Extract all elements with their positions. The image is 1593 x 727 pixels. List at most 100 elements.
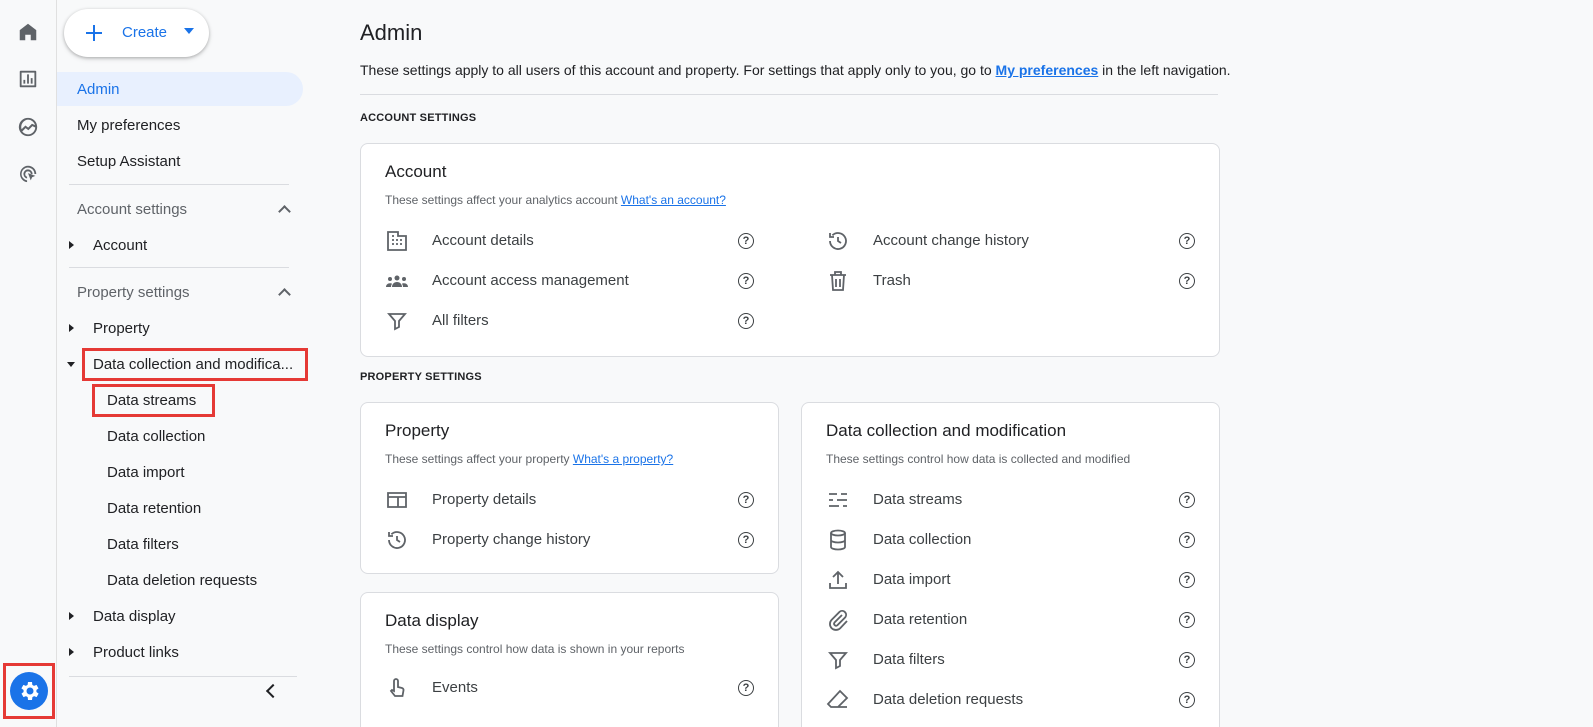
- property-details-label: Property details: [432, 491, 537, 508]
- nav-data-retention[interactable]: Data retention: [107, 491, 307, 525]
- admin-main-content: Admin These settings apply to all users …: [314, 0, 1593, 727]
- property-settings-section[interactable]: Property settings: [77, 277, 289, 307]
- property-card: Property These settings affect your prop…: [360, 402, 779, 574]
- admin-left-nav: Create Admin My preferences Setup Assist…: [56, 0, 314, 727]
- account-details-row[interactable]: Account details ?: [385, 224, 761, 258]
- help-icon[interactable]: ?: [738, 680, 754, 696]
- nav-data-display[interactable]: Data display: [69, 599, 301, 633]
- filter-icon: [385, 309, 409, 333]
- help-icon[interactable]: ?: [1179, 492, 1195, 508]
- help-icon[interactable]: ?: [1179, 233, 1195, 249]
- page-title: Admin: [360, 20, 423, 45]
- account-card-description: These settings affect your analytics acc…: [385, 193, 726, 207]
- touch-icon: [385, 676, 409, 700]
- account-change-history-row[interactable]: Account change history ?: [826, 224, 1202, 258]
- collapse-nav-icon[interactable]: [260, 680, 284, 704]
- data-import-row[interactable]: Data import ?: [826, 563, 1202, 597]
- data-streams-label: Data streams: [873, 491, 963, 508]
- property-settings-heading: PROPERTY SETTINGS: [360, 371, 482, 383]
- account-access-management-row[interactable]: Account access management ?: [385, 264, 761, 298]
- nav-account[interactable]: Account: [69, 228, 301, 262]
- nav-data-filters[interactable]: Data filters: [107, 527, 307, 561]
- data-display-card: Data display These settings control how …: [360, 592, 779, 727]
- property-change-history-label: Property change history: [432, 531, 591, 548]
- help-icon[interactable]: ?: [738, 532, 754, 548]
- all-filters-row[interactable]: All filters ?: [385, 304, 761, 338]
- data-retention-label: Data retention: [873, 611, 968, 628]
- account-change-history-label: Account change history: [873, 232, 1029, 249]
- data-collection-modification-card: Data collection and modification These s…: [801, 402, 1220, 727]
- chevron-up-icon: [279, 287, 289, 297]
- header-divider: [360, 94, 1218, 95]
- events-row[interactable]: Events ?: [385, 671, 761, 705]
- property-card-desc-text: These settings affect your property: [385, 452, 573, 466]
- property-details-row[interactable]: Property details ?: [385, 483, 761, 517]
- data-deletion-requests-row[interactable]: Data deletion requests ?: [826, 683, 1202, 717]
- nav-data-streams[interactable]: Data streams: [91, 383, 307, 417]
- help-icon[interactable]: ?: [1179, 273, 1195, 289]
- trash-label: Trash: [873, 272, 911, 289]
- help-icon[interactable]: ?: [738, 233, 754, 249]
- nav-setup-assistant[interactable]: Setup Assistant: [57, 144, 303, 178]
- admin-button[interactable]: [3, 663, 55, 719]
- account-card: Account These settings affect your analy…: [360, 143, 1220, 357]
- data-collection-card-description: These settings control how data is colle…: [826, 452, 1131, 466]
- events-label: Events: [432, 679, 478, 696]
- data-collection-label: Data collection: [873, 531, 972, 548]
- nav-data-collection[interactable]: Data collection: [107, 419, 307, 453]
- chevron-up-icon: [279, 204, 289, 214]
- data-collection-card-title: Data collection and modification: [826, 421, 1067, 440]
- nav-product-links-label: Product links: [93, 643, 179, 661]
- data-retention-row[interactable]: Data retention ?: [826, 603, 1202, 637]
- whats-an-account-link[interactable]: What's an account?: [621, 193, 726, 207]
- intro-text-before: These settings apply to all users of thi…: [360, 62, 996, 78]
- nav-data-import[interactable]: Data import: [107, 455, 307, 489]
- upload-icon: [826, 568, 850, 592]
- help-icon[interactable]: ?: [1179, 612, 1195, 628]
- nav-account-label: Account: [93, 236, 148, 254]
- history-icon: [826, 229, 850, 253]
- explore-icon[interactable]: [10, 109, 46, 145]
- data-streams-icon: [826, 488, 850, 512]
- create-label: Create: [122, 24, 168, 41]
- account-settings-label: Account settings: [77, 200, 188, 218]
- account-card-desc-text: These settings affect your analytics acc…: [385, 193, 621, 207]
- expand-arrow-icon: [69, 612, 74, 620]
- nav-divider: [69, 184, 289, 185]
- property-card-title: Property: [385, 421, 450, 440]
- nav-product-links[interactable]: Product links: [69, 635, 301, 669]
- property-details-icon: [385, 488, 409, 512]
- create-button[interactable]: Create: [64, 9, 209, 57]
- data-filters-row[interactable]: Data filters ?: [826, 643, 1202, 677]
- nav-data-deletion-requests[interactable]: Data deletion requests: [107, 563, 307, 597]
- home-icon[interactable]: [10, 14, 46, 50]
- account-settings-section[interactable]: Account settings: [77, 194, 289, 224]
- nav-property[interactable]: Property: [69, 311, 301, 345]
- data-collection-row[interactable]: Data collection ?: [826, 523, 1202, 557]
- help-icon[interactable]: ?: [1179, 692, 1195, 708]
- nav-admin[interactable]: Admin: [57, 72, 303, 106]
- help-icon[interactable]: ?: [1179, 572, 1195, 588]
- help-icon[interactable]: ?: [1179, 652, 1195, 668]
- trash-icon: [826, 269, 850, 293]
- nav-data-collection-modification[interactable]: Data collection and modifica...: [67, 347, 309, 381]
- history-icon: [385, 528, 409, 552]
- intro-text-after: in the left navigation.: [1098, 62, 1231, 78]
- help-icon[interactable]: ?: [738, 273, 754, 289]
- data-display-card-description: These settings control how data is shown…: [385, 642, 685, 656]
- advertising-icon[interactable]: [10, 156, 46, 192]
- help-icon[interactable]: ?: [738, 313, 754, 329]
- my-preferences-link[interactable]: My preferences: [996, 62, 1099, 78]
- data-filters-label: Data filters: [873, 651, 945, 668]
- database-icon: [826, 528, 850, 552]
- property-change-history-row[interactable]: Property change history ?: [385, 523, 761, 557]
- whats-a-property-link[interactable]: What's a property?: [573, 452, 673, 466]
- data-streams-row[interactable]: Data streams ?: [826, 483, 1202, 517]
- help-icon[interactable]: ?: [1179, 532, 1195, 548]
- trash-row[interactable]: Trash ?: [826, 264, 1202, 298]
- reports-icon[interactable]: [10, 61, 46, 97]
- chevron-down-icon[interactable]: [184, 28, 194, 34]
- nav-my-preferences[interactable]: My preferences: [57, 108, 303, 142]
- help-icon[interactable]: ?: [738, 492, 754, 508]
- gear-icon: [10, 672, 48, 710]
